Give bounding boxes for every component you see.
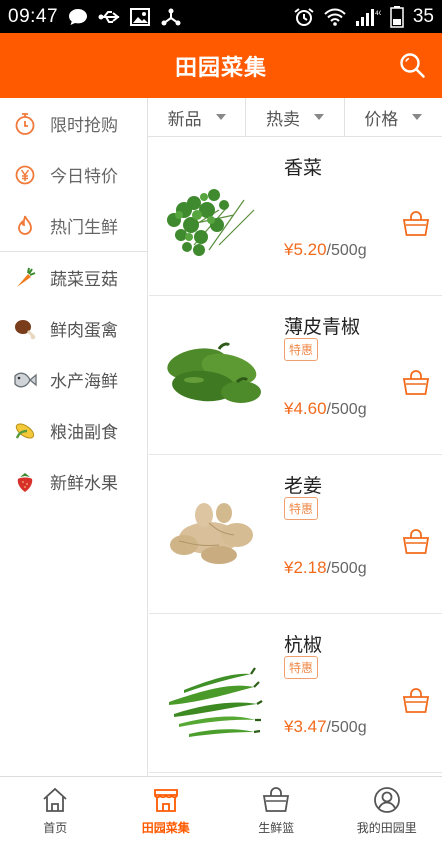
market-stall-icon (153, 789, 178, 812)
battery-icon (390, 5, 404, 28)
caret-down-icon (412, 114, 423, 120)
product-name: 杭椒 (284, 634, 323, 656)
product-name: 薄皮青椒 (284, 316, 361, 338)
drumstick-icon (12, 316, 38, 342)
sidebar-item-seafood[interactable]: 水产海鲜 (0, 354, 147, 405)
sidebar-item-fruit[interactable]: 新鲜水果 (0, 456, 147, 507)
sidebar-item-label: 水产海鲜 (50, 372, 118, 392)
strawberry-icon (12, 469, 38, 495)
home-icon (43, 787, 67, 812)
status-bar: 09:47 4G 35 (0, 0, 442, 33)
sidebar-item-label: 新鲜水果 (50, 474, 118, 494)
status-time: 09:47 (8, 5, 59, 27)
app-header: 田园菜集 (0, 33, 442, 98)
caret-down-icon (313, 114, 324, 120)
filter-new[interactable]: 新品 (148, 98, 247, 136)
image-icon (130, 7, 151, 26)
tab-profile[interactable]: 我的田园里 (332, 777, 442, 841)
filter-price[interactable]: 价格 (345, 98, 442, 136)
discount-badge: 特惠 (284, 497, 319, 520)
tab-basket[interactable]: 生鲜篮 (221, 777, 332, 841)
page-title: 田园菜集 (174, 56, 267, 81)
status-bar-right: 4G 35 (293, 5, 434, 28)
discount-badge: 特惠 (284, 338, 319, 361)
product-card[interactable]: 香菜 ¥5.20/500g (149, 137, 442, 296)
price-value: ¥3.47 (284, 717, 327, 736)
sidebar-item-label: 热门生鲜 (50, 218, 118, 238)
basket-icon[interactable] (402, 210, 430, 238)
search-icon[interactable] (398, 51, 428, 81)
discount-badge: 特惠 (284, 656, 319, 679)
user-icon (373, 787, 400, 813)
stopwatch-icon (12, 111, 38, 137)
carrot-icon (12, 265, 38, 291)
chat-bubble-icon (69, 8, 88, 25)
product-list: 香菜 ¥5.20/500g 薄皮青椒 特惠 ¥4.60/500g 老姜 特惠 ¥… (149, 137, 442, 776)
tab-label: 田园菜集 (141, 821, 190, 835)
alarm-icon (294, 7, 314, 26)
sidebar-item-grain-oil[interactable]: 粮油副食 (0, 405, 147, 456)
yen-coin-icon (12, 162, 38, 188)
sidebar-item-label: 今日特价 (50, 167, 118, 187)
corn-icon (12, 418, 38, 444)
svg-text:4G: 4G (375, 10, 381, 17)
sidebar-item-label: 鲜肉蛋禽 (50, 321, 118, 341)
bottom-tab-bar: 首页 田园菜集 生鲜篮 我的田园里 (0, 776, 442, 841)
product-price: ¥2.18/500g (284, 558, 367, 578)
filter-label: 价格 (364, 109, 399, 130)
basket-icon[interactable] (402, 369, 430, 397)
hang-chili-image (169, 667, 263, 737)
sidebar-item-daily-special[interactable]: 今日特价 (0, 149, 147, 200)
product-name: 老姜 (284, 475, 323, 497)
filter-bar: 新品 热卖 价格 (148, 98, 442, 137)
price-unit: /500g (326, 242, 367, 259)
price-value: ¥5.20 (284, 240, 327, 259)
product-card[interactable]: 老姜 特惠 ¥2.18/500g (149, 455, 442, 614)
fish-icon (12, 367, 38, 393)
product-price: ¥3.47/500g (284, 717, 367, 737)
basket-icon[interactable] (402, 528, 430, 556)
sidebar-item-label: 粮油副食 (50, 423, 118, 443)
sidebar-promo-group: 限时抢购 今日特价 热门生鲜 (0, 98, 147, 251)
caret-down-icon (215, 114, 226, 120)
signal-4g-icon: 4G (355, 8, 381, 26)
flame-icon (12, 213, 38, 239)
filter-label: 新品 (167, 109, 202, 130)
share-icon (161, 8, 181, 25)
green-pepper-image (167, 342, 261, 403)
status-bar-left: 09:47 (8, 6, 182, 28)
tab-label: 首页 (43, 821, 68, 835)
filter-label: 热卖 (265, 109, 300, 130)
product-price: ¥5.20/500g (284, 240, 367, 260)
price-unit: /500g (326, 401, 367, 418)
tab-label: 生鲜篮 (258, 821, 295, 835)
product-name: 香菜 (284, 157, 323, 179)
price-unit: /500g (326, 560, 367, 577)
cilantro-image (167, 189, 255, 256)
usb-icon (98, 10, 120, 23)
product-card[interactable]: 杭椒 特惠 ¥3.47/500g (149, 614, 442, 773)
sidebar-item-label: 蔬菜豆菇 (50, 270, 118, 290)
sidebar-item-vegetables[interactable]: 蔬菜豆菇 (0, 252, 147, 303)
basket-icon[interactable] (402, 687, 430, 715)
price-value: ¥2.18 (284, 558, 327, 577)
product-card[interactable]: 薄皮青椒 特惠 ¥4.60/500g (149, 296, 442, 455)
sidebar-item-label: 限时抢购 (50, 116, 118, 136)
sidebar-item-flash-sale[interactable]: 限时抢购 (0, 98, 147, 149)
sidebar-item-meat-eggs[interactable]: 鲜肉蛋禽 (0, 303, 147, 354)
category-sidebar: 限时抢购 今日特价 热门生鲜 蔬菜豆菇 鲜肉蛋禽 水产海鲜 粮油副食 新鲜水果 (0, 98, 148, 776)
tab-home[interactable]: 首页 (0, 777, 111, 841)
filter-hot[interactable]: 热卖 (246, 98, 345, 136)
price-value: ¥4.60 (284, 399, 327, 418)
price-unit: /500g (326, 719, 367, 736)
tab-market[interactable]: 田园菜集 (111, 777, 222, 841)
ginger-image (170, 503, 253, 564)
battery-percent: 35 (412, 5, 434, 27)
basket-icon (263, 787, 290, 812)
product-price: ¥4.60/500g (284, 399, 367, 419)
tab-label: 我的田园里 (356, 821, 417, 835)
sidebar-item-hot-fresh[interactable]: 热门生鲜 (0, 200, 147, 251)
wifi-icon (324, 8, 346, 26)
